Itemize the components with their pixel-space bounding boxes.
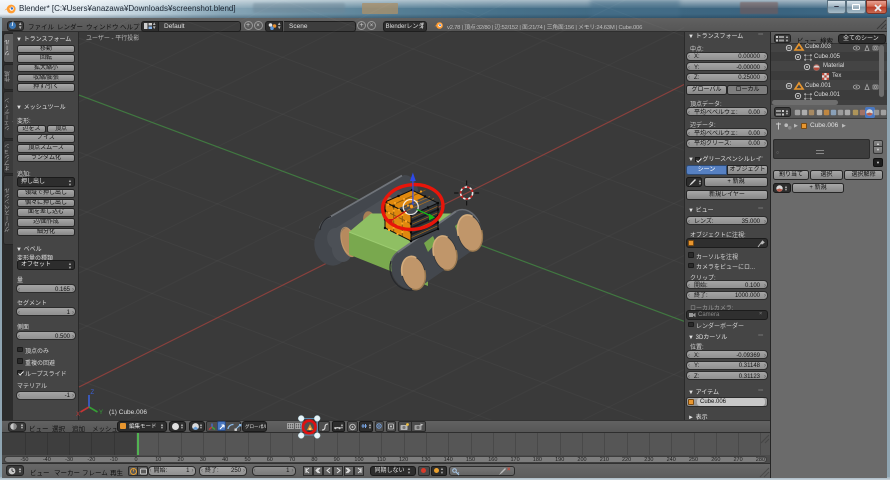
- svg-text:X: X: [76, 412, 80, 418]
- svg-text:Y: Y: [99, 410, 103, 416]
- svg-text:Z: Z: [91, 390, 95, 396]
